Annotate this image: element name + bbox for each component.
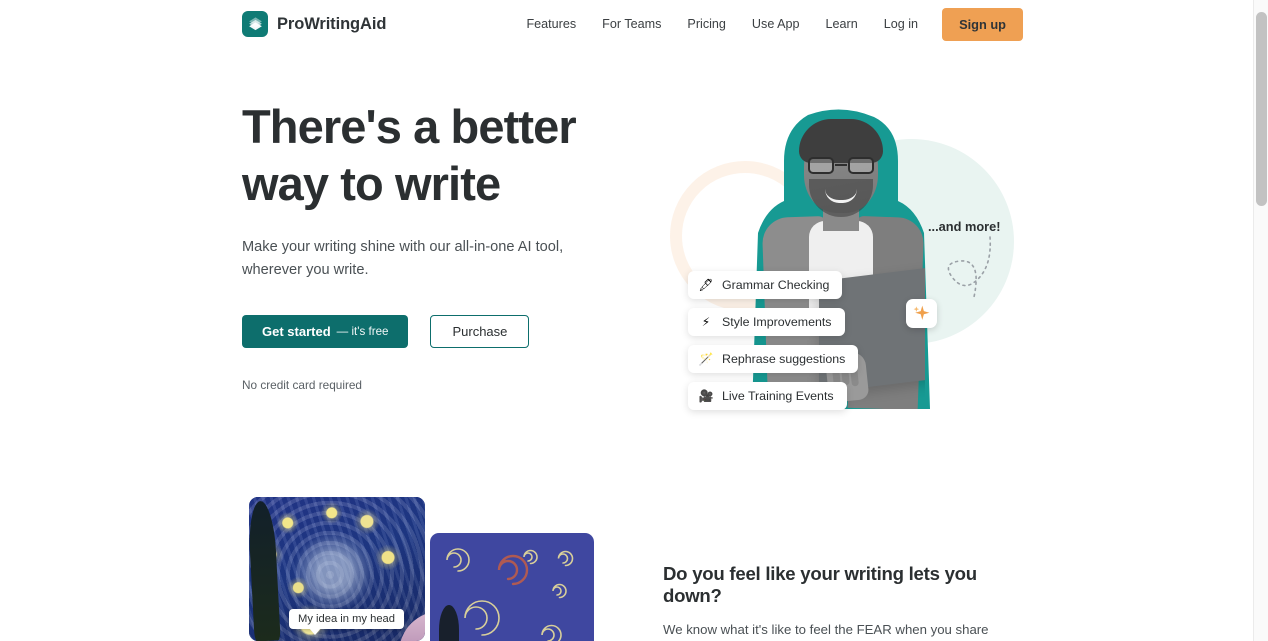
hero-illustration: ...and more! 🖋 Grammar Checking ⚡ Style … — [660, 103, 1020, 443]
brand-logo-link[interactable]: ProWritingAid — [242, 11, 386, 37]
lightning-bolt-icon: ⚡ — [701, 315, 711, 329]
starry-night-card: My idea in my head — [249, 497, 425, 641]
page-scrollbar[interactable] — [1253, 0, 1268, 641]
idea-tooltip: My idea in my head — [289, 609, 405, 635]
get-started-button[interactable]: Get started — it's free — [242, 315, 409, 348]
main-navigation: Features For Teams Pricing Use App Learn… — [513, 0, 1023, 48]
nav-link-log-in[interactable]: Log in — [871, 0, 931, 48]
feature-pill-label: Style Improvements — [722, 315, 832, 329]
feature-pill-grammar-checking[interactable]: 🖋 Grammar Checking — [688, 271, 843, 299]
hero-cta-group: Get started — it's free Purchase — [242, 315, 642, 348]
feature-pill-live-training-events[interactable]: 🎥 Live Training Events — [688, 382, 847, 410]
nav-link-for-teams[interactable]: For Teams — [589, 0, 674, 48]
purchase-button[interactable]: Purchase — [430, 315, 530, 348]
nav-link-use-app[interactable]: Use App — [739, 0, 813, 48]
feature-pill-label: Rephrase suggestions — [722, 352, 846, 366]
hero-title-line-2: way to write — [242, 157, 501, 210]
feature-pill-list: 🖋 Grammar Checking ⚡ Style Improvements … — [688, 271, 859, 410]
hero-subtitle: Make your writing shine with our all-in-… — [242, 239, 564, 278]
get-started-free-suffix: — it's free — [336, 325, 389, 338]
section-body: We know what it's like to feel the FEAR … — [663, 622, 989, 637]
sign-up-button[interactable]: Sign up — [942, 7, 1023, 41]
scribble-card — [430, 533, 594, 641]
stacked-books-logo-icon — [242, 11, 268, 37]
section-title: Do you feel like your writing lets you d… — [663, 563, 977, 606]
browser-viewport: ProWritingAid Features For Teams Pricing… — [0, 0, 1253, 641]
no-credit-card-note: No credit card required — [242, 378, 362, 392]
sparkles-icon — [913, 305, 930, 320]
sparkles-badge — [906, 299, 937, 328]
hero-copy: There's a better way to write Make your … — [242, 98, 642, 392]
writing-lets-you-down-section: My idea in my head Do you feel like your… — [0, 470, 1253, 641]
nav-link-features[interactable]: Features — [513, 0, 589, 48]
hero-title: There's a better way to write — [242, 98, 642, 212]
idea-vs-reality-illustration: My idea in my head — [249, 497, 594, 641]
site-header: ProWritingAid Features For Teams Pricing… — [0, 0, 1253, 48]
nav-link-learn[interactable]: Learn — [813, 0, 871, 48]
scrollbar-thumb[interactable] — [1256, 12, 1267, 206]
section-copy: Do you feel like your writing lets you d… — [663, 563, 1033, 641]
nav-link-pricing[interactable]: Pricing — [674, 0, 739, 48]
feature-pill-rephrase-suggestions[interactable]: 🪄 Rephrase suggestions — [688, 345, 859, 373]
page-root: ProWritingAid Features For Teams Pricing… — [0, 0, 1268, 641]
hero-section: There's a better way to write Make your … — [0, 48, 1253, 468]
feature-pill-label: Live Training Events — [722, 389, 834, 403]
brand-name: ProWritingAid — [277, 14, 387, 33]
magic-wand-icon: 🪄 — [698, 352, 714, 366]
glasses-icon — [807, 157, 875, 174]
feature-pill-label: Grammar Checking — [722, 278, 830, 292]
and-more-label: ...and more! — [928, 219, 1001, 234]
get-started-label: Get started — [262, 324, 331, 339]
hero-title-line-1: There's a better — [242, 100, 577, 153]
movie-camera-icon: 🎥 — [698, 389, 714, 403]
feature-pill-style-improvements[interactable]: ⚡ Style Improvements — [688, 308, 845, 336]
red-pen-icon: 🖋 — [698, 278, 714, 292]
